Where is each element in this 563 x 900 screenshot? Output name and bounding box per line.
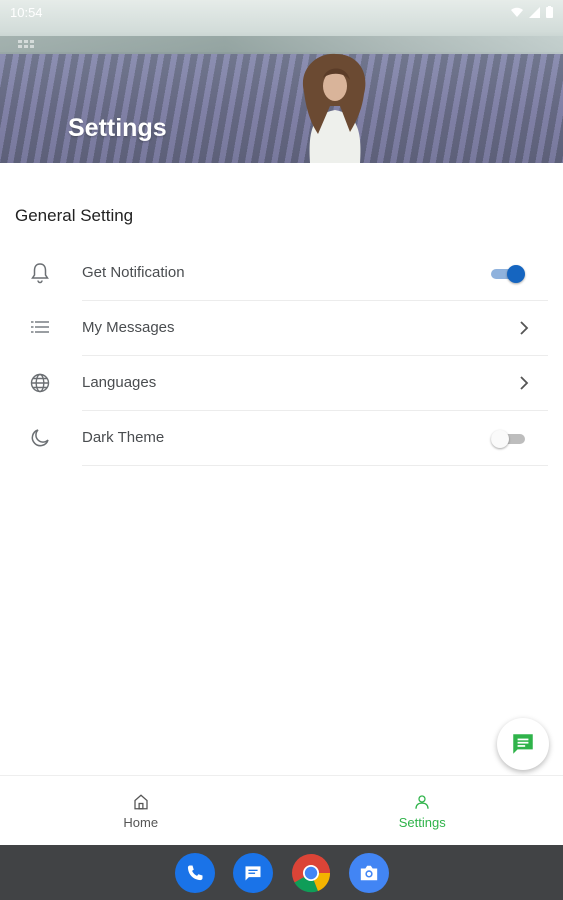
page-title: Settings — [68, 114, 167, 142]
signal-icon — [529, 6, 540, 18]
chevron-right-icon[interactable] — [517, 374, 531, 392]
nav-settings-label: Settings — [398, 814, 446, 830]
header-photo-person — [302, 53, 366, 163]
globe-icon — [30, 373, 50, 393]
bottom-navigation: Home Settings — [0, 775, 563, 846]
nav-home[interactable]: Home — [0, 776, 282, 846]
setting-label: Dark Theme — [82, 429, 165, 446]
chat-icon — [513, 734, 533, 754]
nav-home-label: Home — [123, 814, 159, 830]
nav-settings[interactable]: Settings — [282, 776, 563, 846]
chevron-right-icon[interactable] — [517, 319, 531, 337]
list-icon — [31, 321, 49, 333]
dark-theme-toggle[interactable] — [491, 428, 525, 448]
status-bar: 10:54 — [0, 0, 563, 24]
setting-label: My Messages — [82, 319, 175, 336]
setting-label: Languages — [82, 374, 157, 391]
header-banner: 10:54 Settings — [0, 0, 563, 163]
battery-icon — [546, 6, 553, 18]
home-icon — [134, 793, 148, 809]
bell-icon — [31, 263, 49, 284]
phone-icon[interactable] — [174, 852, 215, 893]
chat-fab-button[interactable] — [497, 718, 549, 770]
settings-list: Get Notification My Messages Languages D… — [0, 246, 563, 466]
setting-row-notification[interactable]: Get Notification — [0, 246, 563, 301]
setting-row-messages[interactable]: My Messages — [0, 301, 563, 356]
camera-icon[interactable] — [348, 852, 389, 893]
divider — [82, 465, 548, 466]
setting-row-dark-theme[interactable]: Dark Theme — [0, 411, 563, 466]
setting-label: Get Notification — [82, 264, 185, 281]
system-dock — [0, 845, 563, 900]
chrome-icon[interactable] — [291, 853, 331, 893]
person-icon — [415, 794, 429, 809]
setting-row-languages[interactable]: Languages — [0, 356, 563, 411]
notification-toggle[interactable] — [491, 263, 525, 283]
messages-icon[interactable] — [232, 852, 273, 893]
status-time: 10:54 — [10, 4, 43, 20]
wifi-icon — [511, 7, 523, 17]
moon-icon — [31, 429, 49, 447]
grid-icon — [18, 40, 34, 48]
section-title: General Setting — [15, 206, 134, 225]
